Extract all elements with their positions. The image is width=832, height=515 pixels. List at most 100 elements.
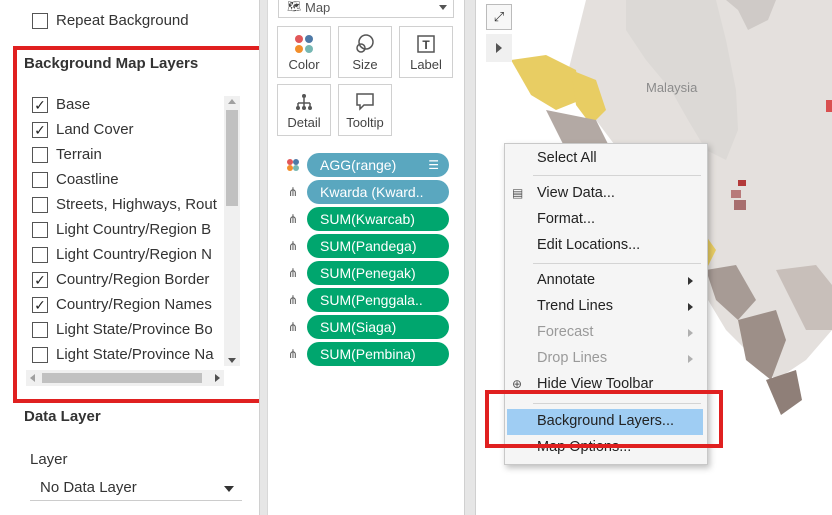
pill-row-detail[interactable]: ⋔ SUM(Penggala.. [286, 288, 461, 312]
layer-checkbox[interactable] [32, 147, 48, 163]
layer-checkbox[interactable]: ✓ [32, 272, 48, 288]
pill-row-detail[interactable]: ⋔ Kwarda (Kward.. [286, 180, 461, 204]
submenu-arrow-icon [688, 329, 693, 337]
detail-icon: ⋔ [287, 320, 299, 334]
layers-vertical-scrollbar[interactable] [224, 96, 240, 366]
menu-item-label: Annotate [537, 272, 596, 288]
layer-checkbox[interactable] [32, 322, 48, 338]
format-map-pane: Repeat Background Background Map Layers … [0, 0, 259, 515]
menu-item-label: Edit Locations... [537, 237, 641, 253]
view-data-icon: ▤ [512, 186, 524, 200]
layer-option[interactable]: Light State/Province Na [30, 344, 230, 366]
menu-item-label: Forecast [537, 324, 594, 340]
layer-option[interactable]: Light Country/Region N [30, 244, 230, 266]
layer-option[interactable]: ✓ Base [30, 94, 230, 116]
repeat-background-checkbox[interactable] [32, 13, 48, 29]
field-pill[interactable]: SUM(Kwarcab) [307, 207, 449, 231]
menu-item-map-options[interactable]: Map Options... [505, 435, 707, 461]
menu-separator [533, 263, 701, 264]
menu-item-label: Map Options... [537, 439, 632, 455]
scroll-right-icon[interactable] [215, 374, 220, 382]
scroll-thumb[interactable] [42, 373, 202, 383]
layer-label: Terrain [56, 146, 102, 163]
field-pill[interactable]: SUM(Penggala.. [307, 288, 449, 312]
layer-checkbox[interactable] [32, 172, 48, 188]
expand-toolbar-button[interactable] [486, 34, 512, 62]
menu-item-background-layers[interactable]: Background Layers... [505, 409, 707, 435]
tooltip-button[interactable]: Tooltip [338, 84, 392, 136]
layer-label: Layer [30, 451, 68, 468]
pill-label: SUM(Penegak) [320, 265, 416, 281]
scroll-left-icon[interactable] [30, 374, 35, 382]
submenu-arrow-icon [688, 355, 693, 363]
color-dots-icon [286, 158, 300, 172]
layer-checkbox[interactable]: ✓ [32, 297, 48, 313]
menu-item-label: Hide View Toolbar [537, 376, 654, 392]
pill-row-detail[interactable]: ⋔ SUM(Kwarcab) [286, 207, 461, 231]
layer-checkbox[interactable] [32, 197, 48, 213]
menu-item-edit-locations[interactable]: Edit Locations... [505, 233, 707, 259]
pin-map-toolbar-icon[interactable]: ⤢ [486, 4, 512, 30]
layer-option[interactable]: ✓ Country/Region Border [30, 269, 230, 291]
field-pill[interactable]: SUM(Siaga) [307, 315, 449, 339]
layer-checkbox[interactable]: ✓ [32, 97, 48, 113]
menu-item-annotate[interactable]: Annotate [505, 268, 707, 294]
pill-row-detail[interactable]: ⋔ SUM(Pembina) [286, 342, 461, 366]
field-pill[interactable]: SUM(Penegak) [307, 261, 449, 285]
layer-option[interactable]: Coastline [30, 169, 230, 191]
menu-item-format[interactable]: Format... [505, 207, 707, 233]
chevron-down-icon [224, 486, 234, 492]
pill-row-detail[interactable]: ⋔ SUM(Pandega) [286, 234, 461, 258]
layer-label: Country/Region Names [56, 296, 212, 313]
field-pill[interactable]: Kwarda (Kward.. [307, 180, 449, 204]
layers-horizontal-scrollbar[interactable] [26, 370, 224, 386]
scroll-thumb[interactable] [226, 110, 238, 206]
pill-label: SUM(Kwarcab) [320, 211, 415, 227]
layer-label: Light State/Province Bo [56, 321, 213, 338]
layer-checkbox[interactable] [32, 347, 48, 363]
data-layer-dropdown[interactable]: No Data Layer [30, 475, 242, 501]
field-pill[interactable]: SUM(Pembina) [307, 342, 449, 366]
pill-row-detail[interactable]: ⋔ SUM(Siaga) [286, 315, 461, 339]
menu-item-select-all[interactable]: Select All [505, 146, 707, 172]
layer-checkbox[interactable] [32, 247, 48, 263]
layer-label: Streets, Highways, Rout [56, 196, 217, 213]
pill-row-color[interactable]: AGG(range) ☰ [286, 153, 461, 177]
layer-checkbox[interactable] [32, 222, 48, 238]
label-button[interactable]: T Label [399, 26, 453, 78]
detail-icon: ⋔ [287, 185, 299, 199]
chevron-down-icon [439, 5, 447, 10]
label-icon: T [400, 33, 452, 55]
menu-item-trend-lines[interactable]: Trend Lines [505, 294, 707, 320]
mark-type-dropdown[interactable]: 🗺 Map [278, 0, 454, 18]
pill-row-detail[interactable]: ⋔ SUM(Penegak) [286, 261, 461, 285]
pill-label: SUM(Pandega) [320, 238, 417, 254]
pane-divider[interactable] [464, 0, 476, 515]
marks-card: 🗺 Map Color Size T Label Detail Tooltip … [268, 0, 464, 515]
pill-label: Kwarda (Kward.. [320, 184, 424, 200]
scroll-down-icon[interactable] [228, 358, 236, 363]
layer-option[interactable]: Streets, Highways, Rout [30, 194, 230, 216]
pane-divider[interactable] [259, 0, 268, 515]
tooltip-icon [339, 91, 391, 113]
menu-item-view-data[interactable]: ▤ View Data... [505, 181, 707, 207]
layer-option[interactable]: ✓ Country/Region Names [30, 294, 230, 316]
field-pill[interactable]: SUM(Pandega) [307, 234, 449, 258]
context-menu: Select All ▤ View Data... Format... Edit… [504, 143, 708, 465]
menu-item-hide-view-toolbar[interactable]: ⊕ Hide View Toolbar [505, 372, 707, 398]
layer-option[interactable]: Light State/Province Bo [30, 319, 230, 341]
layer-option[interactable]: Terrain [30, 144, 230, 166]
layer-checkbox[interactable]: ✓ [32, 122, 48, 138]
size-button[interactable]: Size [338, 26, 392, 78]
repeat-background-label: Repeat Background [56, 12, 189, 29]
data-layer-heading: Data Layer [24, 408, 101, 425]
layer-option[interactable]: Light Country/Region B [30, 219, 230, 241]
map-mark-icon: 🗺 [287, 1, 301, 13]
menu-separator [533, 403, 701, 404]
detail-button[interactable]: Detail [277, 84, 331, 136]
color-button[interactable]: Color [277, 26, 331, 78]
layer-option[interactable]: ✓ Land Cover [30, 119, 230, 141]
scroll-up-icon[interactable] [228, 99, 236, 104]
layer-label: Base [56, 96, 91, 113]
field-pill[interactable]: AGG(range) ☰ [307, 153, 449, 177]
